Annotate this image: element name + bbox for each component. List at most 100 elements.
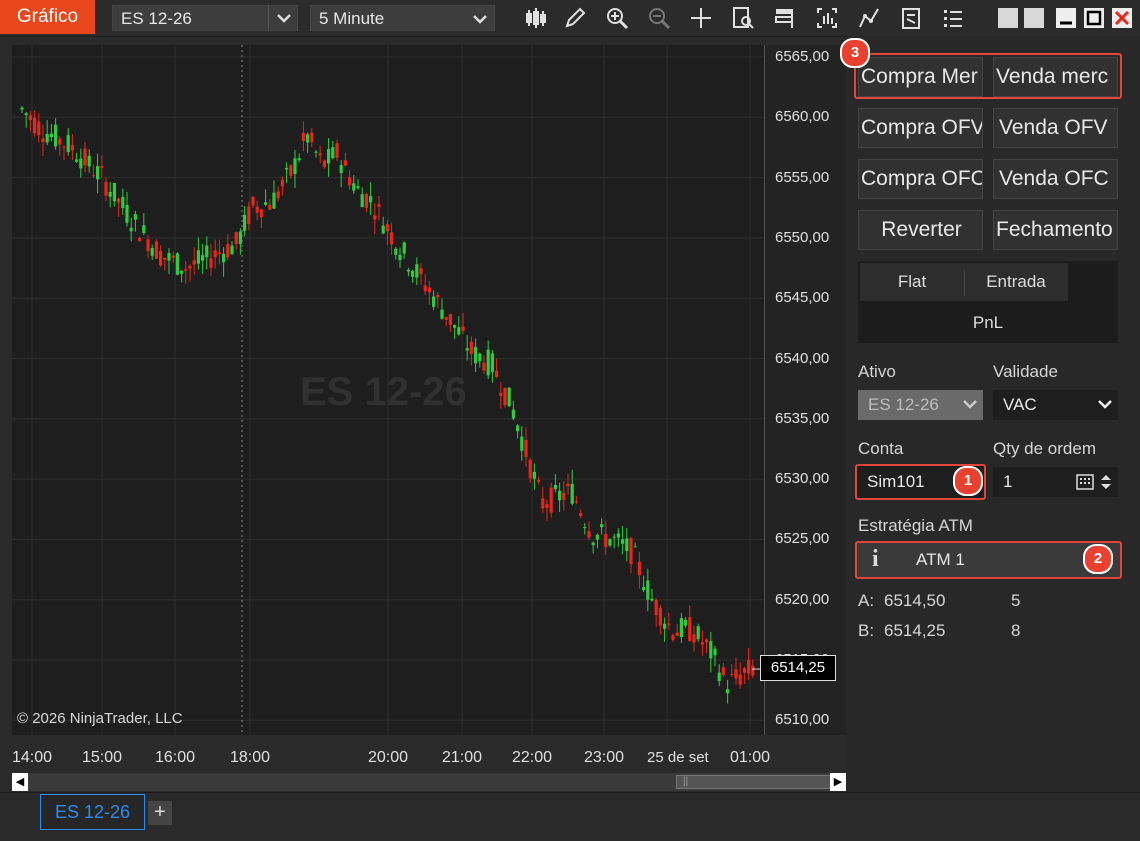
candle-body bbox=[448, 314, 452, 325]
validade-value: VAC bbox=[1003, 395, 1037, 414]
ativo-select[interactable]: ES 12-26 bbox=[858, 390, 983, 420]
candle-body bbox=[280, 179, 284, 187]
pencil-icon[interactable] bbox=[563, 6, 589, 30]
sell-ofv-button[interactable]: Venda OFV bbox=[993, 108, 1118, 148]
flag-icon[interactable] bbox=[773, 6, 799, 30]
price-tick-label: 6540,00 bbox=[775, 349, 830, 367]
price-tick-label: 6560,00 bbox=[775, 108, 830, 126]
tab-es-12-26[interactable]: ES 12-26 bbox=[40, 794, 145, 830]
zoom-out-icon[interactable] bbox=[647, 6, 673, 30]
candle-body bbox=[465, 348, 469, 351]
chevron-down-icon bbox=[963, 400, 977, 409]
candle-body bbox=[423, 285, 427, 292]
annotation-badge-1: 1 bbox=[953, 466, 983, 496]
candle-body bbox=[520, 436, 524, 451]
crosshair-icon[interactable] bbox=[689, 6, 715, 30]
scrollbar-thumb[interactable]: || bbox=[676, 775, 834, 789]
window-tile-button[interactable] bbox=[998, 8, 1018, 28]
candle-body bbox=[28, 115, 32, 121]
atm-select[interactable] bbox=[855, 541, 1122, 579]
scroll-right-arrow[interactable]: ▶ bbox=[830, 773, 846, 791]
add-tab-button[interactable]: + bbox=[148, 801, 172, 825]
buy-ofc-button[interactable]: Compra OFC bbox=[858, 159, 983, 199]
sell-market-button[interactable]: Venda merc bbox=[993, 57, 1118, 97]
candle-body bbox=[436, 294, 440, 298]
candle-body bbox=[705, 639, 709, 643]
close-position-button[interactable]: Fechamento bbox=[993, 210, 1118, 250]
candle-body bbox=[343, 160, 347, 166]
strategy-icon[interactable] bbox=[815, 6, 841, 30]
candle-body bbox=[66, 134, 70, 153]
price-tick-label: 6565,00 bbox=[775, 48, 830, 65]
candle-body bbox=[356, 186, 360, 189]
time-tick-label: 20:00 bbox=[368, 749, 409, 766]
candle-body bbox=[595, 534, 599, 540]
chart-scrollbar[interactable]: ◀ || ▶ bbox=[12, 773, 846, 791]
candle-body bbox=[37, 121, 41, 136]
interval-label: 5 Minute bbox=[319, 9, 385, 28]
candle-body bbox=[142, 225, 146, 234]
sell-ofc-button[interactable]: Venda OFC bbox=[993, 159, 1118, 199]
qty-value: 1 bbox=[1003, 472, 1013, 491]
spinner-icon[interactable] bbox=[1100, 474, 1112, 490]
minimize-button[interactable] bbox=[1056, 8, 1076, 28]
data-box-icon[interactable] bbox=[731, 6, 757, 30]
bid-label: B: bbox=[858, 621, 875, 640]
candle-body bbox=[289, 165, 293, 176]
candle-body bbox=[692, 634, 696, 643]
chevron-down-icon[interactable] bbox=[268, 5, 299, 31]
bar-chart-icon[interactable] bbox=[524, 6, 550, 30]
candle-body bbox=[301, 132, 305, 141]
buy-market-button[interactable]: Compra Mer bbox=[858, 57, 983, 97]
candle-body bbox=[364, 194, 368, 208]
candle-body bbox=[150, 248, 154, 256]
candle-body bbox=[579, 513, 583, 516]
candle-body bbox=[402, 242, 406, 254]
candle-body bbox=[138, 237, 142, 242]
bid-price: 6514,25 bbox=[884, 621, 946, 640]
scroll-left-arrow[interactable]: ◀ bbox=[12, 773, 28, 791]
candle-body bbox=[196, 250, 200, 264]
interval-select[interactable]: 5 Minute bbox=[310, 5, 495, 31]
window-tile-button-2[interactable] bbox=[1024, 8, 1044, 28]
calculator-icon[interactable] bbox=[1076, 474, 1094, 490]
candle-body bbox=[478, 353, 482, 362]
position-pnl: PnL bbox=[972, 313, 1004, 332]
properties-icon[interactable] bbox=[899, 6, 925, 30]
price-tick-label: 6535,00 bbox=[775, 409, 830, 427]
position-entry: Entrada bbox=[986, 272, 1046, 291]
candle-body bbox=[633, 546, 637, 548]
candle-body bbox=[499, 392, 503, 397]
qty-input[interactable]: 1 bbox=[993, 467, 1118, 497]
candle-body bbox=[276, 191, 280, 199]
candle-body bbox=[184, 269, 188, 271]
validade-select[interactable]: VAC bbox=[993, 390, 1118, 420]
last-price-tag: 6514,25 bbox=[760, 655, 836, 681]
candle-body bbox=[650, 598, 654, 601]
candle-body bbox=[696, 626, 700, 640]
candle-body bbox=[406, 269, 410, 272]
annotation-badge-3: 3 bbox=[840, 38, 870, 68]
candle-body bbox=[251, 196, 255, 206]
list-icon[interactable] bbox=[941, 6, 967, 30]
indicator-icon[interactable] bbox=[857, 6, 883, 30]
buy-ofv-button[interactable]: Compra OFV bbox=[858, 108, 983, 148]
zoom-in-icon[interactable] bbox=[605, 6, 631, 30]
candle-body bbox=[96, 166, 100, 180]
app-title: Gráfico bbox=[0, 0, 95, 34]
close-button[interactable] bbox=[1112, 8, 1132, 28]
candle-body bbox=[318, 153, 322, 156]
candle-body bbox=[104, 181, 108, 196]
candle-body bbox=[457, 327, 461, 335]
time-tick-label: 15:00 bbox=[82, 749, 123, 766]
ask-size: 5 bbox=[1011, 591, 1021, 610]
price-axis[interactable]: 6565,00 6560,00 6555,00 6550,00 6545,00 6540,… bbox=[764, 45, 847, 735]
ativo-label: Ativo bbox=[858, 362, 896, 381]
time-axis[interactable]: 14:00 15:00 16:00 18:00 20:00 21:00 22:00 23:00… bbox=[12, 735, 846, 773]
reverse-button[interactable]: Reverter bbox=[858, 210, 983, 250]
candle-body bbox=[377, 204, 381, 207]
maximize-button[interactable] bbox=[1084, 8, 1104, 28]
info-icon[interactable]: i bbox=[872, 546, 879, 573]
candle-body bbox=[482, 362, 486, 371]
candle-body bbox=[738, 674, 742, 685]
